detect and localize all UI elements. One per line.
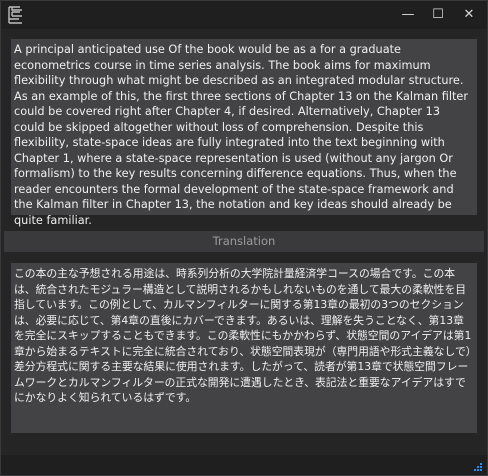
status-bar — [1, 455, 487, 475]
close-button[interactable]: ✕ — [455, 1, 483, 29]
source-text: A principal anticipated use Of the book … — [14, 43, 469, 227]
translation-text: この本の主な予想される用途は、時系列分析の大学院計量経済学コースの場合です。この… — [14, 267, 472, 404]
title-bar[interactable]: — ☐ ✕ — [1, 1, 487, 29]
minimize-button[interactable]: — — [394, 1, 422, 29]
translation-text-box[interactable]: この本の主な予想される用途は、時系列分析の大学院計量経済学コースの場合です。この… — [11, 263, 477, 433]
translator-window: — ☐ ✕ A principal anticipated use Of the… — [0, 0, 488, 476]
translation-label: Translation — [212, 234, 276, 248]
maximize-button[interactable]: ☐ — [424, 1, 452, 29]
translation-divider: Translation — [4, 231, 484, 252]
resize-grip-icon[interactable] — [473, 462, 483, 472]
source-text-box[interactable]: A principal anticipated use Of the book … — [11, 39, 477, 227]
close-icon: ✕ — [463, 7, 475, 22]
app-logo-icon — [8, 6, 22, 24]
maximize-icon: ☐ — [432, 7, 444, 22]
minimize-icon: — — [401, 7, 415, 22]
